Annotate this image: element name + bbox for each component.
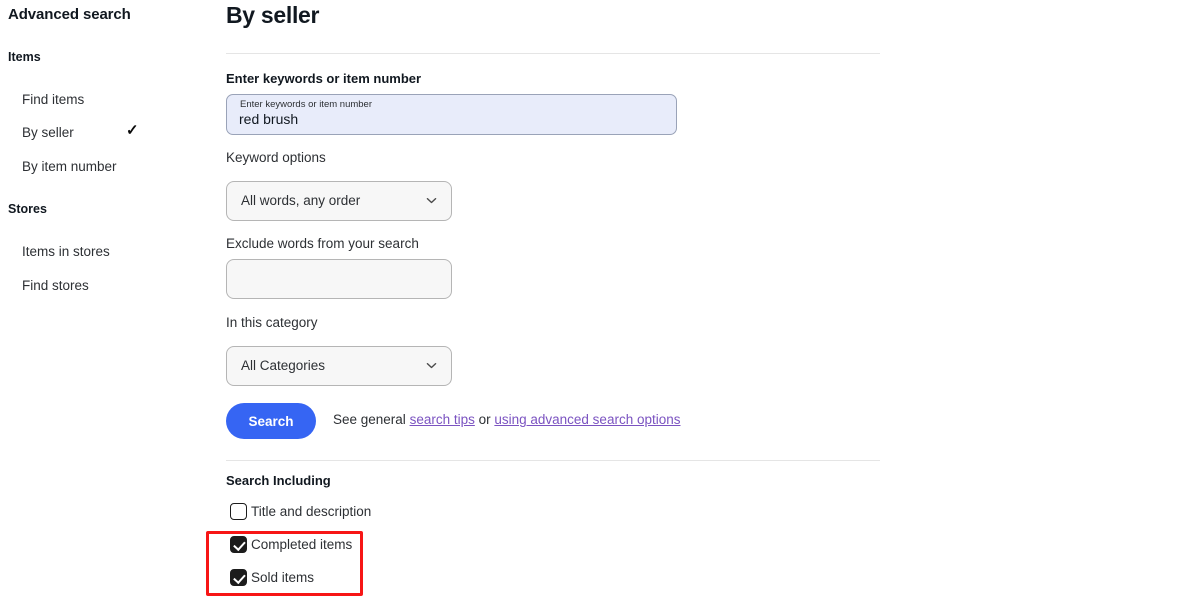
keywords-floating-label: Enter keywords or item number [240,99,372,110]
sidebar-item-items-in-stores[interactable]: Items in stores [22,244,110,259]
checkbox-label-title-and-description: Title and description [251,504,372,519]
keywords-input-value: red brush [239,111,299,127]
category-label: In this category [226,315,318,330]
chevron-down-icon [426,360,437,371]
exclude-words-input[interactable] [226,259,452,299]
help-middle: or [474,412,495,427]
search-button[interactable]: Search [226,403,316,439]
search-help-text: See general search tips or using advance… [333,412,681,427]
sidebar-item-find-items[interactable]: Find items [22,92,84,107]
keywords-input[interactable]: Enter keywords or item number red brush [226,94,677,135]
help-prefix: See general [333,412,410,427]
advanced-search-options-link[interactable]: using advanced search options [494,412,680,427]
checkbox-completed-items[interactable] [230,536,247,553]
divider-top [226,53,880,54]
checkbox-label-completed-items: Completed items [251,537,353,552]
keywords-label: Enter keywords or item number [226,71,422,86]
main-content: By seller Enter keywords or item number … [226,0,1200,600]
search-tips-link[interactable]: search tips [410,412,475,427]
chevron-down-icon [426,195,437,206]
exclude-words-label: Exclude words from your search [226,236,419,251]
checkbox-sold-items[interactable] [230,569,247,586]
sidebar: Advanced search Items Find items By sell… [0,0,226,600]
category-select[interactable]: All Categories [226,346,452,386]
sidebar-item-by-item-number[interactable]: By item number [22,159,117,174]
sidebar-item-by-seller[interactable]: By seller [22,125,74,140]
keyword-options-label: Keyword options [226,150,326,165]
page-title: By seller [226,2,320,28]
category-selected-value: All Categories [241,358,326,373]
keyword-options-select[interactable]: All words, any order [226,181,452,221]
advanced-search-page: Advanced search Items Find items By sell… [0,0,1200,600]
sidebar-title: Advanced search [8,6,131,23]
sidebar-group-heading-items: Items [8,50,41,64]
checkbox-title-and-description[interactable] [230,503,247,520]
checkmark-icon: ✓ [126,122,139,139]
checkbox-label-sold-items: Sold items [251,570,315,585]
sidebar-group-heading-stores: Stores [8,202,47,216]
keyword-options-selected-value: All words, any order [241,193,361,208]
sidebar-item-find-stores[interactable]: Find stores [22,278,89,293]
search-including-label: Search Including [226,473,331,488]
divider-bottom [226,460,880,461]
